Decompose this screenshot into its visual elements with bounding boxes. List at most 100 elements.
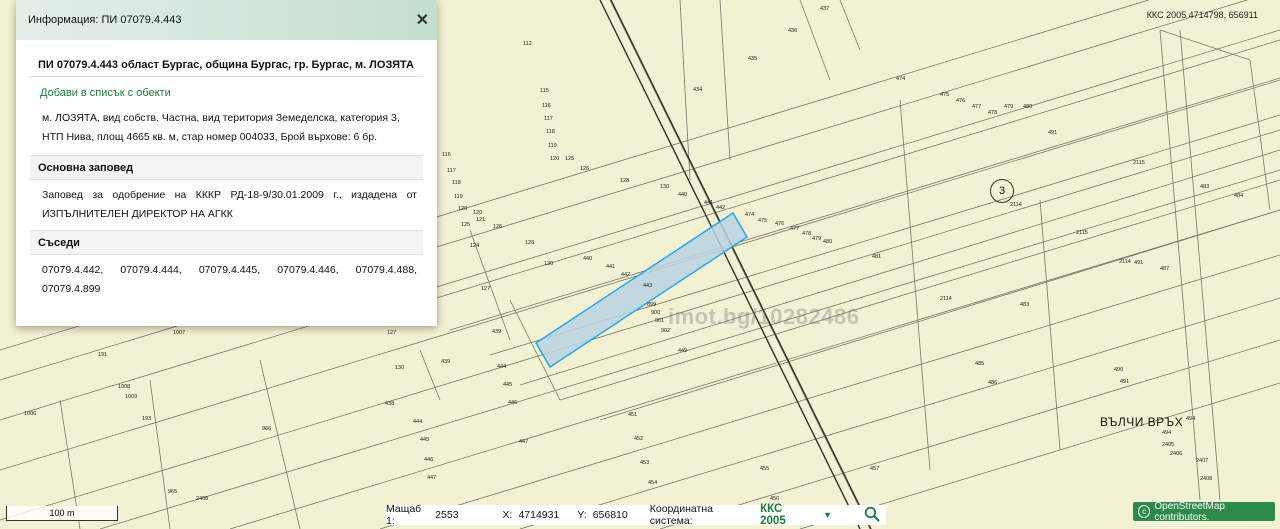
svg-text:126: 126 (580, 166, 589, 172)
svg-text:439: 439 (441, 359, 450, 365)
svg-text:2115: 2115 (1076, 230, 1088, 236)
coordinate-system-select[interactable]: ККС 2005 (760, 503, 807, 527)
svg-text:116: 116 (542, 103, 551, 109)
svg-text:491: 491 (1134, 260, 1143, 266)
svg-text:485: 485 (975, 361, 984, 367)
neighbors-list: 07079.4.442, 07079.4.444, 07079.4.445, 0… (42, 264, 417, 295)
info-panel-body: ПИ 07079.4.443 област Бургас, община Бур… (16, 40, 437, 305)
scale-label: Мащаб 1: (386, 503, 422, 527)
svg-text:2114: 2114 (940, 296, 952, 302)
svg-text:442: 442 (621, 272, 630, 278)
svg-text:899: 899 (647, 302, 656, 308)
svg-text:474: 474 (745, 212, 754, 218)
main-order-heading: Основна заповед (30, 155, 423, 180)
svg-text:491: 491 (1120, 379, 1129, 385)
svg-text:120: 120 (458, 206, 467, 212)
svg-text:439: 439 (492, 329, 501, 335)
svg-text:453: 453 (640, 460, 649, 466)
svg-text:484: 484 (1234, 193, 1243, 199)
svg-text:2408: 2408 (1200, 476, 1212, 482)
svg-text:445: 445 (503, 382, 512, 388)
osm-attribution[interactable]: c OpenStreetMap contributors. (1133, 501, 1275, 523)
svg-text:474: 474 (896, 76, 905, 82)
svg-text:479: 479 (812, 236, 821, 242)
svg-text:491: 491 (1048, 130, 1057, 136)
info-panel-header: Информация: ПИ 07079.4.443 ✕ (16, 0, 437, 40)
svg-text:444: 444 (413, 419, 422, 425)
svg-text:191: 191 (98, 352, 107, 358)
main-order-text: Заповед за одобрение на КККР РД-18-9/30.… (42, 189, 417, 220)
svg-text:2405: 2405 (1162, 442, 1174, 448)
svg-text:1009: 1009 (125, 394, 137, 400)
svg-text:434: 434 (693, 87, 702, 93)
svg-text:486: 486 (988, 380, 997, 386)
svg-text:116: 116 (442, 152, 451, 158)
svg-text:452: 452 (634, 436, 643, 442)
svg-text:193: 193 (142, 416, 151, 422)
scale-value: 2553 (435, 509, 459, 521)
svg-text:455: 455 (760, 466, 769, 472)
svg-text:130: 130 (544, 261, 553, 267)
svg-text:494: 494 (1186, 416, 1195, 422)
svg-text:437: 437 (820, 6, 829, 12)
svg-text:2114: 2114 (1119, 259, 1131, 265)
status-bar: Мащаб 1: 2553 X: 4714931 Y: 656810 Коорд… (386, 503, 886, 527)
svg-text:483: 483 (1020, 302, 1029, 308)
svg-text:2114: 2114 (1010, 202, 1022, 208)
svg-text:115: 115 (540, 88, 549, 94)
svg-text:2115: 2115 (1133, 160, 1145, 166)
svg-text:477: 477 (972, 104, 981, 110)
svg-text:119: 119 (548, 143, 557, 149)
svg-text:118: 118 (546, 129, 555, 135)
area-label-valchi-vrah: ВЪЛЧИ ВРЪХ (1100, 415, 1184, 429)
add-to-list-link[interactable]: Добави в списък с обекти (30, 77, 423, 103)
close-icon[interactable]: ✕ (416, 10, 429, 30)
svg-text:476: 476 (956, 98, 965, 104)
svg-text:440: 440 (583, 256, 592, 262)
svg-text:481: 481 (872, 254, 881, 260)
property-description: м. ЛОЗЯТА, вид собств. Частна, вид терит… (42, 112, 400, 143)
svg-text:128: 128 (620, 178, 629, 184)
svg-text:475: 475 (758, 218, 767, 224)
svg-text:478: 478 (988, 110, 997, 116)
svg-text:454: 454 (648, 480, 657, 486)
svg-text:1007: 1007 (173, 330, 185, 336)
svg-text:441: 441 (704, 200, 713, 206)
svg-text:126: 126 (493, 224, 502, 230)
svg-text:2407: 2407 (1196, 458, 1208, 464)
search-icon[interactable] (864, 506, 880, 525)
svg-text:494: 494 (1162, 430, 1171, 436)
neighbors-heading: Съседи (30, 230, 423, 255)
svg-text:118: 118 (452, 180, 461, 186)
svg-text:457: 457 (870, 466, 879, 472)
svg-text:900: 900 (651, 310, 660, 316)
svg-text:125: 125 (565, 156, 574, 162)
scale-bar: 100 m (6, 506, 118, 521)
svg-text:451: 451 (628, 412, 637, 418)
info-panel: Информация: ПИ 07079.4.443 ✕ ПИ 07079.4.… (16, 0, 437, 326)
svg-text:445: 445 (420, 437, 429, 443)
svg-text:1006: 1006 (24, 411, 36, 417)
watermark: imot.bg/10282486 (668, 304, 860, 329)
zone-number-marker: 3 (990, 179, 1014, 203)
svg-text:442: 442 (716, 205, 725, 211)
svg-text:447: 447 (519, 439, 528, 445)
svg-text:475: 475 (940, 92, 949, 98)
svg-text:901: 901 (655, 318, 664, 324)
y-value: 656810 (592, 509, 628, 521)
svg-text:487: 487 (1160, 266, 1169, 272)
svg-text:130: 130 (660, 184, 669, 190)
svg-text:112: 112 (523, 41, 532, 47)
svg-text:444: 444 (497, 364, 506, 370)
svg-text:483: 483 (1200, 184, 1209, 190)
svg-text:121: 121 (476, 217, 485, 223)
svg-text:120: 120 (473, 210, 482, 216)
svg-text:477: 477 (790, 226, 799, 232)
svg-text:456: 456 (770, 496, 779, 502)
chevron-down-icon[interactable]: ▼ (823, 510, 832, 520)
svg-text:130: 130 (395, 365, 404, 371)
svg-text:480: 480 (1023, 104, 1032, 110)
svg-text:443: 443 (643, 283, 652, 289)
svg-text:119: 119 (454, 194, 463, 200)
svg-text:128: 128 (525, 240, 534, 246)
